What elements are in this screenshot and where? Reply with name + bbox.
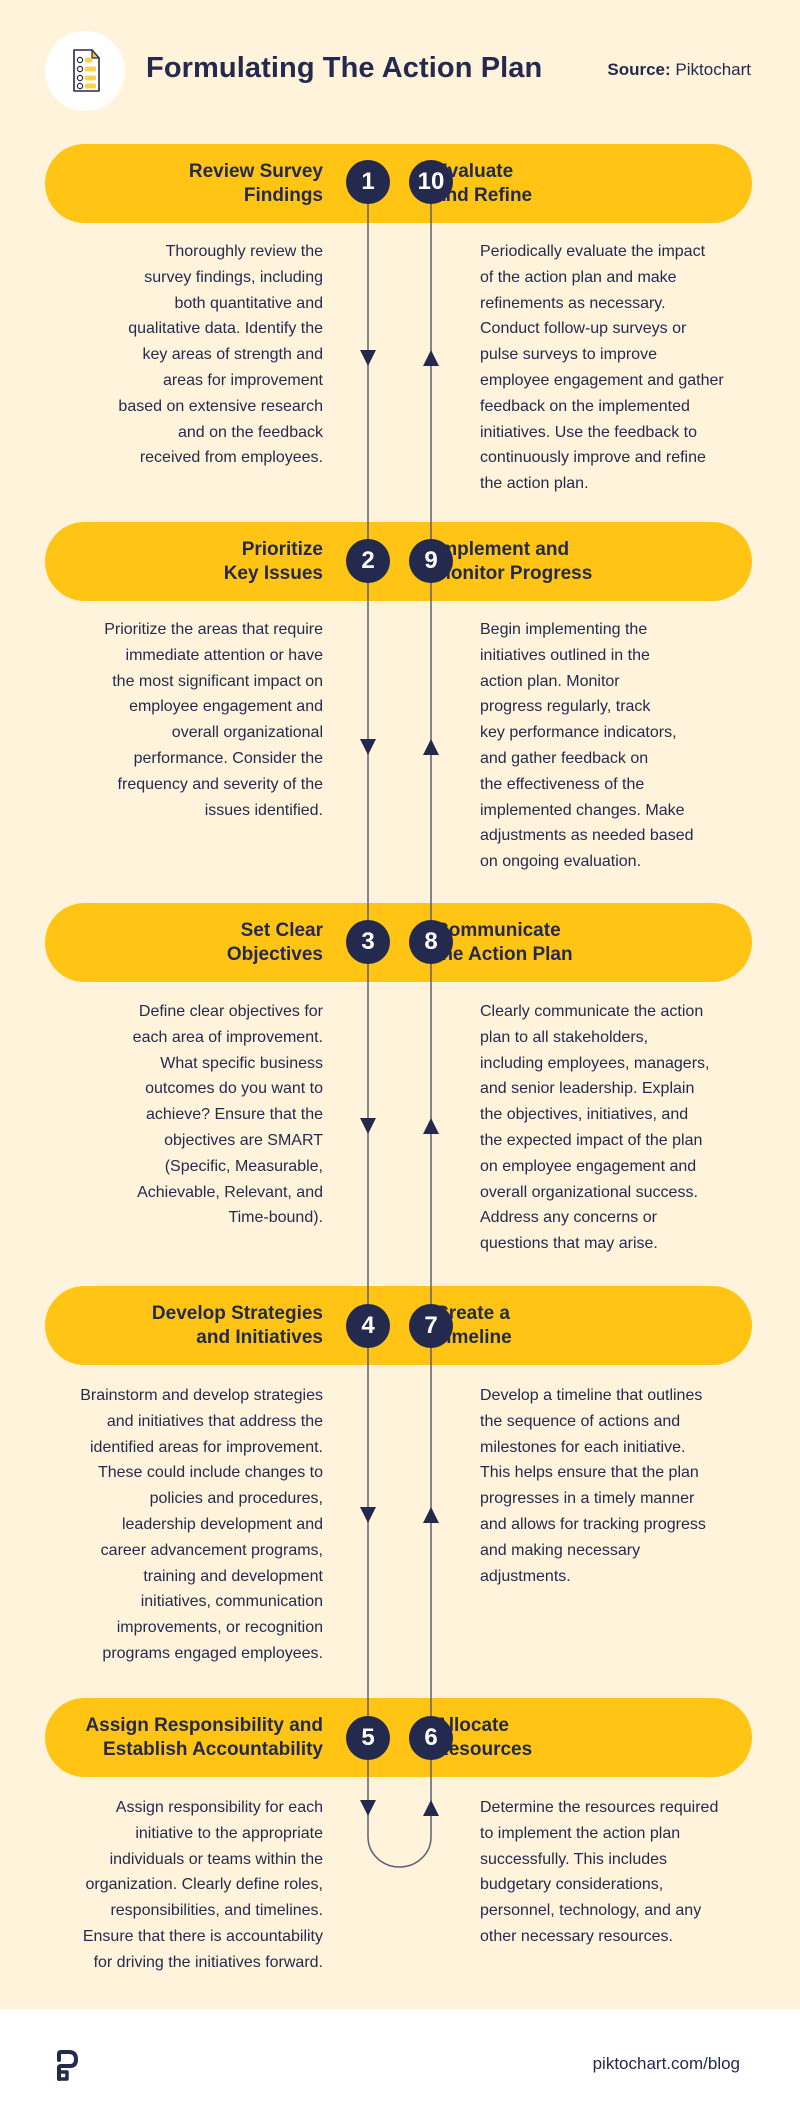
step-title-9: Implement and Monitor Progress (435, 539, 593, 584)
step-number-4: 4 (346, 1304, 390, 1348)
step-title-4: Develop Strategies and Initiatives (151, 1303, 323, 1348)
up-arrow-icon (423, 1118, 439, 1134)
step-description-4: Brainstorm and develop strategies and in… (80, 1387, 323, 1662)
checklist-document-icon (73, 49, 100, 92)
header-icon-badge (45, 31, 125, 111)
step-description-6: Determine the resources required to impl… (480, 1799, 719, 1945)
step-description-5: Assign responsibility for each initiativ… (82, 1799, 323, 1971)
step-title-5: Assign Responsibility and Establish Acco… (85, 1715, 323, 1760)
up-arrow-icon (423, 739, 439, 755)
step-description-2: Prioritize the areas that require immedi… (104, 621, 323, 819)
step-pill-row-1 (45, 144, 752, 223)
u-turn-connector (367, 1836, 432, 1868)
step-title-2: Prioritize Key Issues (223, 539, 323, 584)
piktochart-logo-icon (57, 2050, 78, 2081)
source-value: Piktochart (675, 60, 751, 79)
step-description-1: Thoroughly review the survey findings, i… (118, 243, 323, 467)
down-arrow-icon (360, 1800, 376, 1816)
source-credit: Source: Piktochart (607, 60, 751, 80)
page-title: Formulating The Action Plan (146, 52, 543, 84)
step-description-9: Begin implementing the initiatives outli… (480, 621, 694, 871)
step-title-8: Communicate the Action Plan (435, 920, 573, 965)
infographic-canvas: Formulating The Action Plan Source: Pikt… (0, 0, 800, 2009)
step-pill-row-3 (45, 903, 752, 982)
step-number-3: 3 (346, 920, 390, 964)
step-description-7: Develop a timeline that outlines the seq… (480, 1387, 706, 1585)
footer-blog-link[interactable]: piktochart.com/blog (593, 2054, 740, 2074)
source-label: Source: (607, 60, 671, 79)
down-arrow-icon (360, 350, 376, 366)
down-arrow-icon (360, 1507, 376, 1523)
step-number-5: 5 (346, 1716, 390, 1760)
down-arrow-icon (360, 1118, 376, 1134)
up-arrow-icon (423, 350, 439, 366)
step-number-8: 8 (409, 920, 453, 964)
step-description-8: Clearly communicate the action plan to a… (480, 1003, 710, 1253)
step-number-9: 9 (409, 539, 453, 583)
step-pill-row-2 (45, 522, 752, 601)
down-arrow-icon (360, 739, 376, 755)
step-description-10: Periodically evaluate the impact of the … (480, 243, 724, 493)
step-number-1: 1 (346, 160, 390, 204)
step-title-3: Set Clear Objectives (226, 920, 323, 965)
step-number-7: 7 (409, 1304, 453, 1348)
step-number-10: 10 (409, 160, 453, 204)
up-arrow-icon (423, 1507, 439, 1523)
up-arrow-icon (423, 1800, 439, 1816)
step-title-1: Review Survey Findings (188, 161, 323, 206)
step-number-6: 6 (409, 1716, 453, 1760)
step-description-3: Define clear objectives for each area of… (132, 1003, 323, 1227)
step-number-2: 2 (346, 539, 390, 583)
